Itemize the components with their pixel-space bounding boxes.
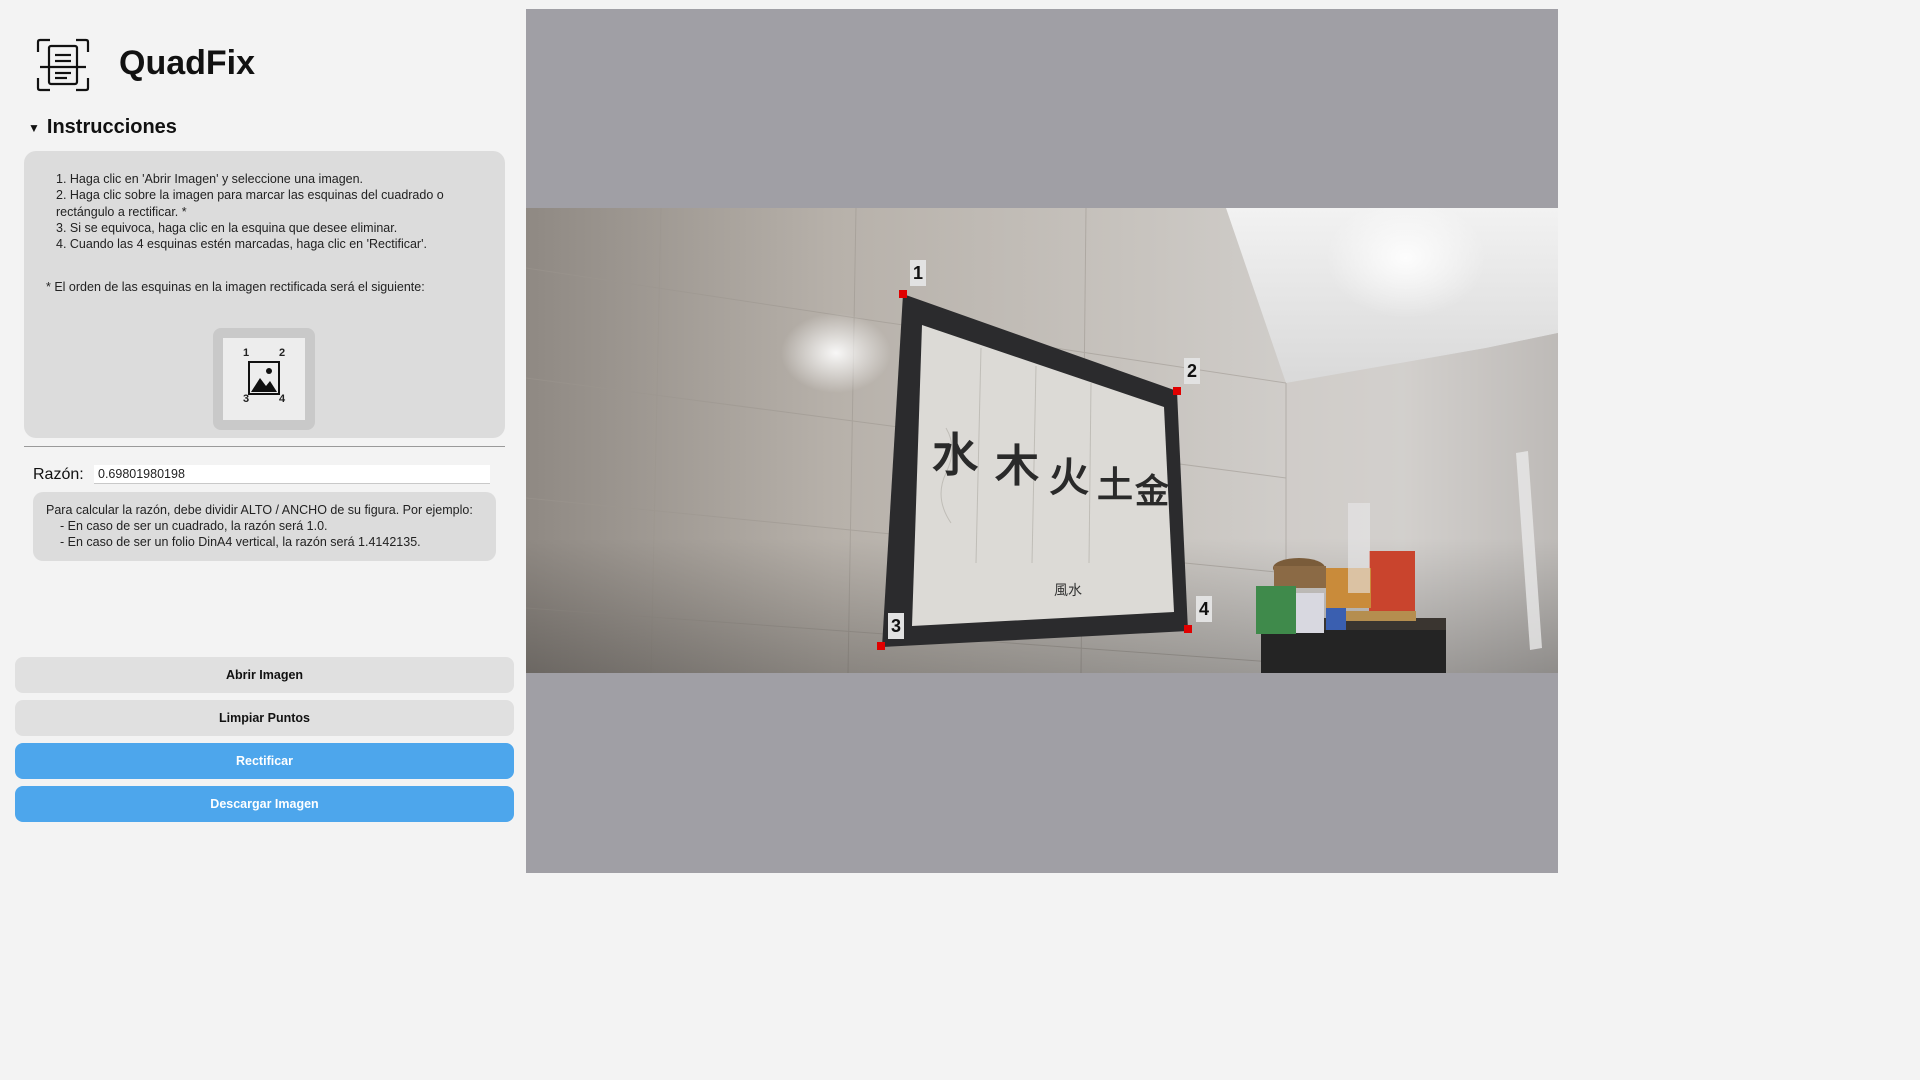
divider [24,446,505,447]
rectify-button[interactable]: Rectificar [15,743,514,779]
corner-order-card: 1 2 3 4 [223,338,305,420]
corner-label-1: 1 [910,260,926,286]
instruction-step: 4. Cuando las 4 esquinas estén marcadas,… [56,237,427,252]
photo-scene: 水 木 火 土 金 風水 [526,208,1558,673]
corner-order-1: 1 [243,347,250,359]
instruction-step: 1. Haga clic en 'Abrir Imagen' y selecci… [56,172,364,186]
open-image-button[interactable]: Abrir Imagen [15,657,514,693]
artwork-char: 土 [1097,464,1133,506]
corner-marker-2[interactable] [1173,387,1181,395]
instructions-list: 1. Haga clic en 'Abrir Imagen' y selecci… [56,171,466,252]
image-icon [248,361,280,395]
artwork-char: 金 [1134,472,1170,512]
app-logo [36,38,90,92]
corner-label-3: 3 [888,613,904,639]
instructions-toggle[interactable]: ▼ Instrucciones [28,116,177,139]
ratio-help-intro: Para calcular la razón, debe dividir ALT… [46,503,473,517]
corner-marker-4[interactable] [1184,625,1192,633]
artwork-char: 火 [1049,454,1089,501]
image-canvas[interactable]: 水 木 火 土 金 風水 1 2 3 4 [526,9,1558,873]
ratio-help-square: - En caso de ser un cuadrado, la razón s… [60,519,328,533]
ratio-label: Razón: [33,466,84,483]
sidebar: QuadFix ▼ Instrucciones 1. Haga clic en … [0,0,526,882]
app-title: QuadFix [119,44,256,82]
corner-order-note: * El orden de las esquinas en la imagen … [46,280,425,294]
document-scan-icon [36,38,90,92]
corner-label-4: 4 [1196,596,1212,622]
ratio-help-a4: - En caso de ser un folio DinA4 vertical… [60,535,421,549]
ratio-help-box: Para calcular la razón, debe dividir ALT… [33,492,496,561]
ratio-input[interactable] [94,465,490,484]
artwork-char: 木 [995,441,1039,492]
corner-marker-3[interactable] [877,642,885,650]
corner-order-diagram: 1 2 3 4 [213,328,315,430]
clear-points-button[interactable]: Limpiar Puntos [15,700,514,736]
download-image-button[interactable]: Descargar Imagen [15,786,514,822]
loaded-photo[interactable]: 水 木 火 土 金 風水 1 2 3 4 [526,208,1558,673]
corner-label-2: 2 [1184,358,1200,384]
triangle-down-icon: ▼ [28,120,40,135]
instruction-step: 2. Haga clic sobre la imagen para marcar… [56,188,444,219]
instructions-panel: 1. Haga clic en 'Abrir Imagen' y selecci… [24,151,505,438]
artwork-char: 水 [932,428,979,482]
instruction-step: 3. Si se equivoca, haga clic en la esqui… [56,220,398,235]
instructions-label: Instrucciones [46,116,177,138]
corner-marker-1[interactable] [899,290,907,298]
corner-order-2: 2 [279,347,286,359]
artwork-caption: 風水 [1054,583,1082,599]
